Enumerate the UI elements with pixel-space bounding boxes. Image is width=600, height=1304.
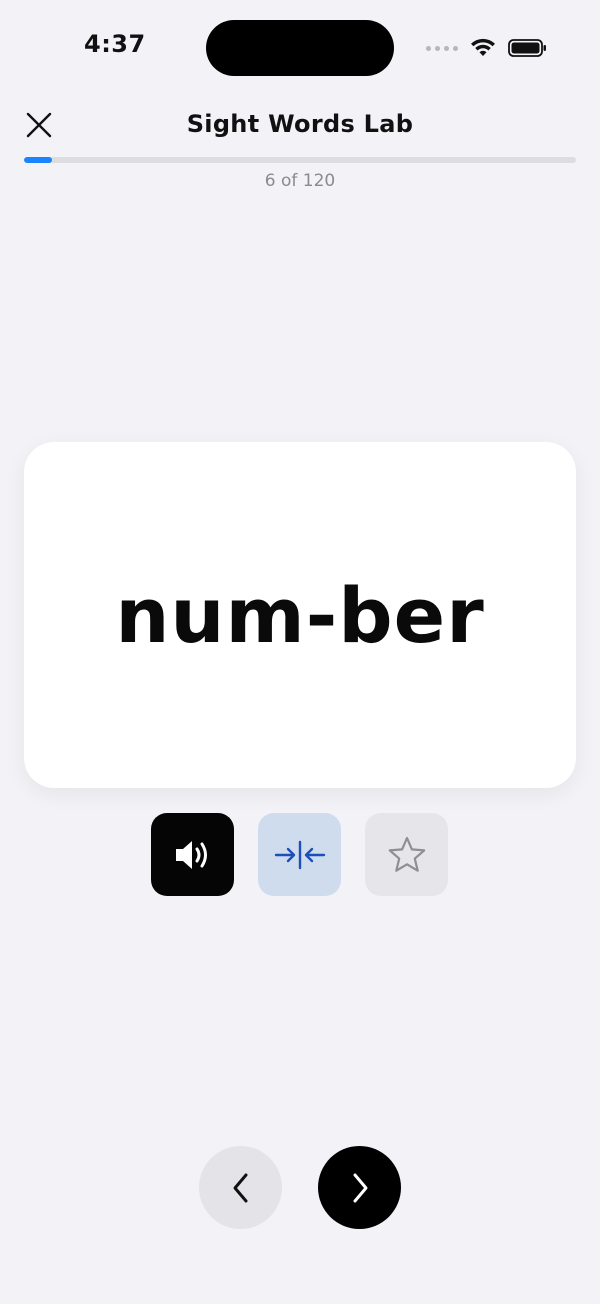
split-syllables-icon (274, 840, 325, 869)
previous-button[interactable] (199, 1146, 282, 1229)
star-icon (388, 836, 425, 872)
status-icons (426, 38, 548, 58)
battery-icon (508, 38, 548, 58)
next-button[interactable] (318, 1146, 401, 1229)
word-text: num-ber (115, 570, 485, 660)
wifi-icon (470, 38, 496, 58)
card-actions (151, 813, 448, 896)
speaker-icon (175, 840, 207, 869)
favorite-button[interactable] (365, 813, 448, 896)
word-card[interactable]: num-ber (24, 442, 576, 788)
split-syllables-button[interactable] (258, 813, 341, 896)
status-time: 4:37 (84, 30, 146, 58)
chevron-left-icon (233, 1173, 247, 1202)
cellular-signal-icon (426, 45, 458, 51)
progress-bar (24, 157, 576, 163)
dynamic-island (206, 20, 394, 76)
progress-label: 6 of 120 (264, 171, 336, 191)
progress-bar-fill (24, 157, 52, 163)
speak-button[interactable] (151, 813, 234, 896)
page-title: Sight Words Lab (186, 110, 414, 138)
flashcard-screen: 4:37 Sight Words Lab 6 of 120 num-ber (0, 0, 600, 1304)
chevron-right-icon (353, 1173, 367, 1202)
